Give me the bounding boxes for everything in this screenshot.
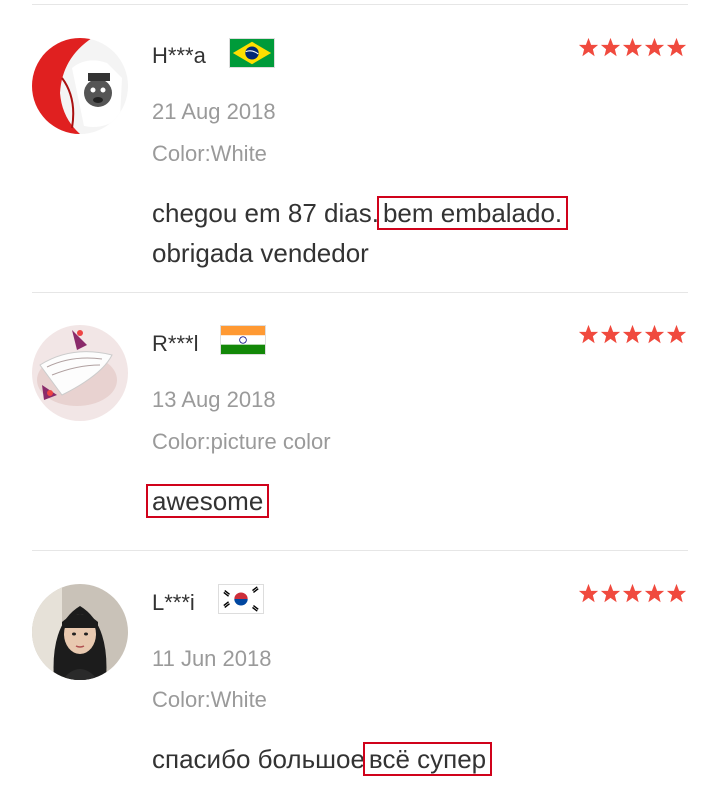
avatar[interactable] bbox=[32, 584, 128, 680]
highlighted-text: всё супер bbox=[362, 742, 493, 776]
star-icon bbox=[666, 583, 687, 603]
product-color: Color:White bbox=[152, 687, 267, 712]
rating-stars bbox=[578, 583, 688, 605]
review-date: 11 Jun 2018 bbox=[152, 646, 272, 671]
south-korea-flag-icon bbox=[218, 584, 264, 614]
star-icon bbox=[578, 583, 599, 603]
star-icon bbox=[600, 583, 621, 603]
star-icon bbox=[622, 583, 643, 603]
reviewer-name: L***i bbox=[152, 590, 195, 615]
review-text-plain: спасибо большое bbox=[152, 744, 365, 774]
star-icon bbox=[644, 583, 665, 603]
review-text: спасибо большое всё супер bbox=[152, 739, 493, 779]
review-item: L***i 11 Jun 2018 Color:White спасибо бо… bbox=[0, 0, 720, 808]
